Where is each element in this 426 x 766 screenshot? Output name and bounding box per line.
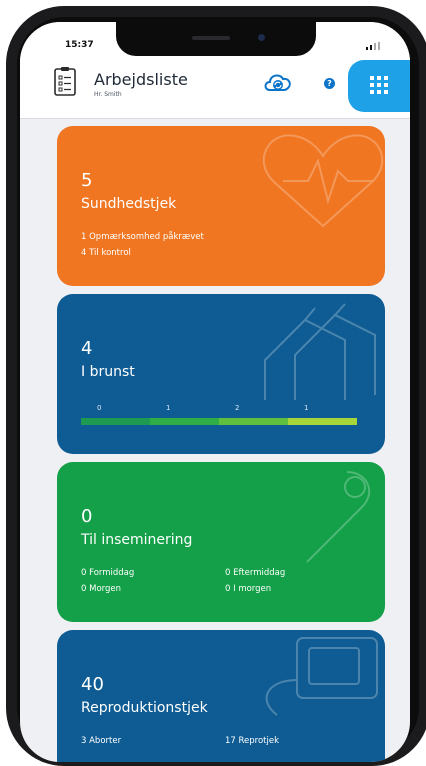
- help-icon[interactable]: ?: [324, 78, 335, 89]
- card-inseminering[interactable]: 0 Til inseminering 0 Formiddag 0 Morgen …: [57, 462, 385, 622]
- heart-pulse-icon: [262, 134, 384, 228]
- card-label: Til inseminering: [81, 532, 193, 548]
- card-label: Reproduktionstjek: [81, 700, 208, 716]
- card-detail: 0 Morgen: [81, 584, 122, 594]
- card-detail: 0 Eftermiddag: [225, 568, 286, 578]
- clipboard-icon[interactable]: [54, 66, 76, 96]
- card-detail: 0 I morgen: [225, 584, 272, 594]
- bar-segment: [150, 418, 219, 425]
- bar-value: 2: [235, 404, 240, 412]
- bar-segment: [288, 418, 357, 425]
- card-detail: 17 Reprotjek: [225, 736, 280, 746]
- cows-icon: [264, 303, 376, 400]
- card-detail: 0 Formiddag: [81, 568, 135, 578]
- camera: [258, 34, 265, 41]
- card-detail: 3 Aborter: [81, 736, 122, 746]
- card-detail: 1 Opmærksomhed påkrævet: [81, 232, 204, 242]
- card-label: I brunst: [81, 364, 135, 380]
- bar-value: 1: [304, 404, 309, 412]
- bar-segment: [219, 418, 288, 425]
- status-bar: 15:37: [20, 22, 410, 60]
- signal-icon: [366, 42, 380, 50]
- page-title: Arbejdsliste: [94, 70, 188, 89]
- card-count: 0: [81, 506, 93, 527]
- card-count: 5: [81, 170, 93, 191]
- notch: [116, 22, 316, 56]
- card-brunst[interactable]: 4 I brunst 0 1 2 1: [57, 294, 385, 454]
- cloud-sync-icon[interactable]: [262, 69, 294, 95]
- brunst-progress-bar: [81, 418, 357, 425]
- bar-value: 0: [97, 404, 102, 412]
- scanner-icon: [265, 637, 378, 716]
- app-screen: 15:37 Arbejdsliste Hr. Smith ? 5 Sundhed…: [20, 22, 410, 762]
- app-header: Arbejdsliste Hr. Smith ?: [20, 60, 410, 119]
- apps-menu-button[interactable]: [348, 60, 410, 112]
- card-count: 40: [81, 674, 104, 695]
- status-time: 15:37: [65, 40, 94, 50]
- bar-value: 1: [166, 404, 171, 412]
- card-detail: 4 Til kontrol: [81, 248, 131, 258]
- card-reproduktionstjek[interactable]: 40 Reproduktionstjek 3 Aborter 17 Reprot…: [57, 630, 385, 762]
- card-label: Sundhedstjek: [81, 196, 177, 212]
- insemination-icon: [306, 471, 371, 563]
- apps-grid-icon: [370, 76, 388, 94]
- card-sundhedstjek[interactable]: 5 Sundhedstjek 1 Opmærksomhed påkrævet 4…: [57, 126, 385, 286]
- card-count: 4: [81, 338, 93, 359]
- bar-segment: [81, 418, 150, 425]
- page-subtitle: Hr. Smith: [94, 91, 122, 98]
- speaker: [192, 36, 230, 40]
